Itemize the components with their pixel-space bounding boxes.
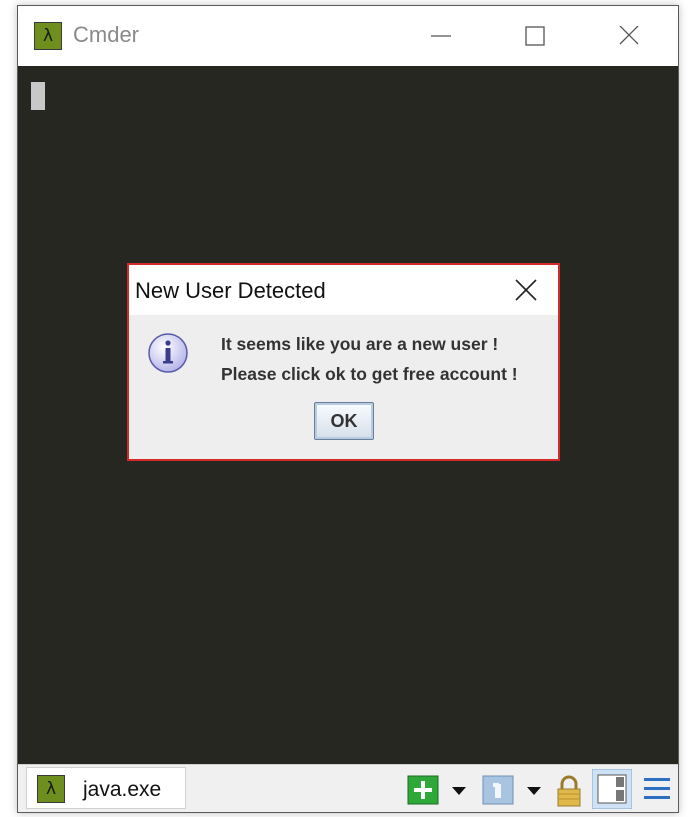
lambda-icon: λ bbox=[37, 775, 65, 803]
console-tab-java[interactable]: λ java.exe bbox=[26, 767, 186, 809]
dialog-title-bar[interactable]: New User Detected bbox=[129, 265, 558, 315]
dropdown-arrow-icon[interactable] bbox=[452, 787, 466, 795]
dialog-close-icon[interactable] bbox=[513, 277, 539, 303]
dropdown-arrow-icon[interactable] bbox=[527, 787, 541, 795]
close-button[interactable] bbox=[606, 16, 652, 56]
dialog-message-line1: It seems like you are a new user ! bbox=[221, 334, 499, 354]
maximize-icon bbox=[525, 26, 545, 46]
minimize-button[interactable] bbox=[418, 16, 464, 56]
lock-icon[interactable] bbox=[555, 775, 583, 807]
title-bar[interactable]: λ Cmder bbox=[18, 6, 678, 66]
minimize-icon bbox=[431, 35, 451, 37]
hamburger-menu-icon[interactable] bbox=[644, 777, 670, 801]
ok-button[interactable]: OK bbox=[314, 402, 374, 440]
split-view-icon[interactable] bbox=[592, 769, 632, 809]
dialog-title: New User Detected bbox=[135, 278, 326, 303]
text-cursor bbox=[31, 82, 45, 110]
lambda-icon: λ bbox=[34, 22, 62, 50]
close-icon bbox=[619, 25, 639, 45]
new-user-dialog: New User Detected It seems like you are … bbox=[127, 263, 560, 461]
maximize-button[interactable] bbox=[512, 16, 558, 56]
tab-switch-icon[interactable] bbox=[482, 775, 514, 805]
status-bar: λ java.exe bbox=[18, 764, 678, 812]
dialog-message-line2: Please click ok to get free account ! bbox=[221, 364, 518, 384]
window-title: Cmder bbox=[73, 22, 140, 47]
info-icon bbox=[148, 333, 188, 373]
new-console-icon[interactable] bbox=[407, 775, 439, 805]
console-tab-label: java.exe bbox=[83, 778, 162, 801]
